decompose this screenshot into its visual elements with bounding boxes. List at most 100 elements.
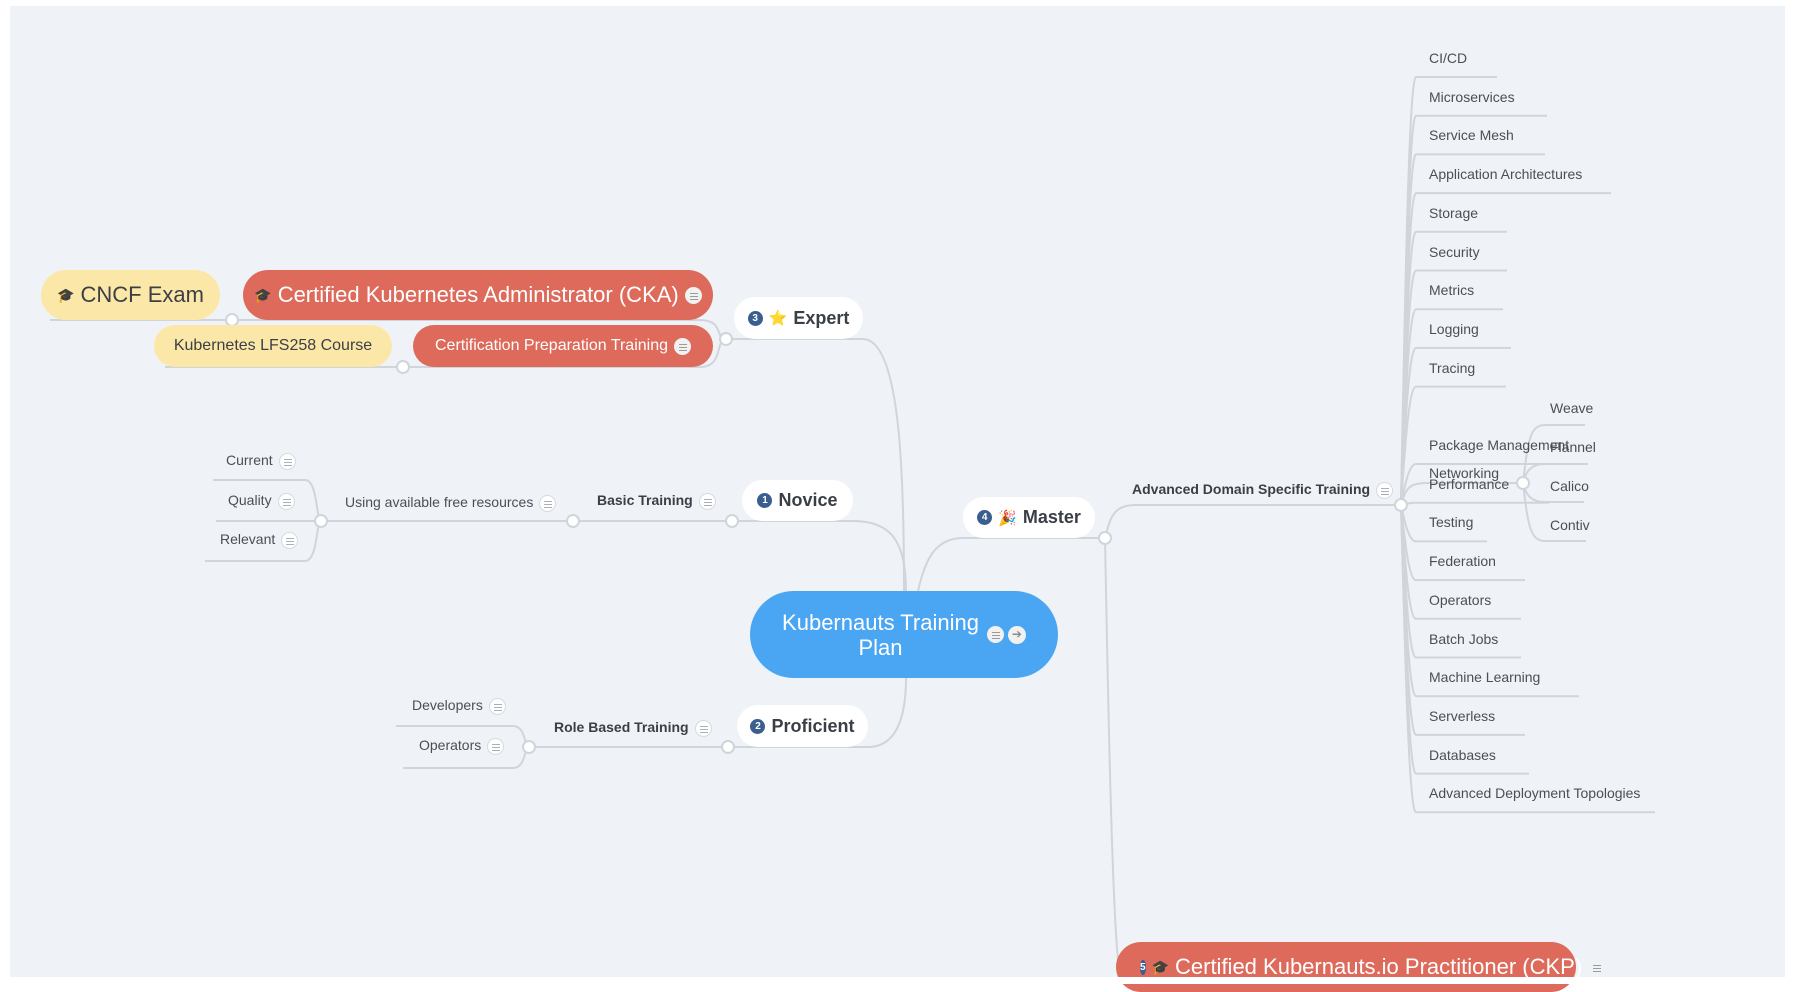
collapse-toggle-advanced-domain[interactable] <box>1394 498 1408 512</box>
node-current[interactable]: Current <box>226 452 296 470</box>
node-label: Federation <box>1429 553 1496 570</box>
node-operators[interactable]: Operators <box>419 737 505 755</box>
topic-item[interactable]: Performance <box>1429 476 1509 492</box>
root-title-line2: Plan <box>858 634 903 660</box>
node-contiv[interactable]: Contiv <box>1550 517 1590 533</box>
notes-icon[interactable] <box>487 737 505 755</box>
collapse-toggle-master[interactable] <box>1098 531 1112 545</box>
node-basic-training[interactable]: Basic Training <box>597 492 716 510</box>
notes-icon[interactable] <box>694 719 712 737</box>
node-label: CNCF Exam <box>80 282 204 307</box>
node-label: Advanced Deployment Topologies <box>1429 785 1641 802</box>
topic-item[interactable]: Logging <box>1429 321 1479 337</box>
arrow-right-icon[interactable]: ➔ <box>1007 625 1026 644</box>
node-free-resources[interactable]: Using available free resources <box>345 494 557 512</box>
topic-item[interactable]: Operators <box>1429 592 1491 608</box>
node-label: CI/CD <box>1429 50 1468 66</box>
notes-icon[interactable] <box>539 494 557 512</box>
branch-label: Proficient <box>771 715 855 736</box>
topic-item[interactable]: Databases <box>1429 747 1496 763</box>
branch-label: Expert <box>793 307 850 328</box>
node-ckp[interactable]: 5 🎓 Certified Kubernauts.io Practitioner… <box>1116 942 1602 992</box>
node-label: Testing <box>1429 514 1474 531</box>
node-label: Storage <box>1429 204 1479 221</box>
node-role-based-training[interactable]: Role Based Training <box>554 719 712 737</box>
connector-root-master <box>917 537 964 592</box>
connector-topic <box>1400 504 1525 736</box>
node-flannel[interactable]: Flannel <box>1550 439 1596 455</box>
node-label: Application Architectures <box>1429 166 1583 183</box>
node-quality[interactable]: Quality <box>228 492 295 510</box>
node-label: Performance <box>1429 475 1510 492</box>
notes-icon[interactable] <box>698 492 716 510</box>
branch-proficient[interactable]: 2 Proficient <box>737 705 868 747</box>
topic-item[interactable]: Machine Learning <box>1429 669 1540 685</box>
root-node[interactable]: Kubernauts Training Plan ➔ <box>750 591 1058 678</box>
notes-icon[interactable] <box>674 337 691 355</box>
node-label: Machine Learning <box>1429 669 1541 686</box>
node-label: Operators <box>419 737 482 753</box>
node-lfs258[interactable]: Kubernetes LFS258 Course <box>154 325 392 367</box>
topic-item[interactable]: Tracing <box>1429 360 1475 376</box>
collapse-toggle-expert[interactable] <box>719 332 733 346</box>
graduation-cap-icon: 🎓 <box>1151 958 1169 975</box>
graduation-cap-icon: 🎓 <box>254 286 272 303</box>
priority-badge: 2 <box>750 718 766 734</box>
notes-icon[interactable] <box>488 697 506 715</box>
node-relevant[interactable]: Relevant <box>220 531 299 549</box>
notes-icon[interactable] <box>986 626 1004 643</box>
root-title-line1: Kubernauts Training <box>782 609 979 635</box>
notes-icon[interactable] <box>277 492 295 510</box>
node-label: Contiv <box>1550 517 1590 533</box>
notes-icon[interactable] <box>278 452 296 470</box>
node-label: Security <box>1429 243 1480 260</box>
collapse-toggle-networking[interactable] <box>1516 476 1530 490</box>
node-label: Logging <box>1429 320 1479 337</box>
node-label: Advanced Domain Specific Training <box>1132 481 1371 497</box>
collapse-toggle-role-based[interactable] <box>522 740 536 754</box>
collapse-toggle-novice[interactable] <box>725 514 739 528</box>
topic-item[interactable]: Microservices <box>1429 89 1515 105</box>
connector-root-novice <box>852 520 907 592</box>
node-label: Operators <box>1429 591 1492 608</box>
node-label: Quality <box>228 492 272 508</box>
frame-border-left <box>0 0 10 984</box>
notes-icon[interactable] <box>281 531 299 549</box>
connector-topic <box>1400 192 1611 506</box>
topic-item[interactable]: Advanced Deployment Topologies <box>1429 785 1640 801</box>
topic-item[interactable]: Storage <box>1429 205 1478 221</box>
branch-novice[interactable]: 1 Novice <box>742 480 853 521</box>
notes-icon[interactable] <box>1376 481 1394 499</box>
priority-badge: 3 <box>747 310 763 326</box>
collapse-toggle-cert-prep[interactable] <box>396 360 410 374</box>
topic-item[interactable]: Serverless <box>1429 708 1495 724</box>
collapse-toggle-free-resources[interactable] <box>314 514 328 528</box>
node-label: Flannel <box>1550 439 1596 455</box>
notes-icon[interactable] <box>684 286 702 304</box>
topic-item[interactable]: Batch Jobs <box>1429 631 1498 647</box>
topic-item[interactable]: CI/CD <box>1429 50 1467 66</box>
collapse-toggle-basic-training[interactable] <box>566 514 580 528</box>
node-weave[interactable]: Weave <box>1550 400 1593 416</box>
node-label: Databases <box>1429 746 1496 763</box>
topic-item[interactable]: Metrics <box>1429 282 1474 298</box>
branch-master[interactable]: 4 🎉 Master <box>963 497 1095 538</box>
node-cert-prep[interactable]: Certification Preparation Training <box>413 325 713 367</box>
node-label: Microservices <box>1429 88 1515 105</box>
node-cka[interactable]: 🎓 Certified Kubernetes Administrator (CK… <box>243 270 713 320</box>
frame-border-bottom <box>0 977 1812 984</box>
topic-item[interactable]: Testing <box>1429 514 1473 530</box>
node-cncf-exam[interactable]: 🎓 CNCF Exam <box>41 270 220 320</box>
topic-item[interactable]: Service Mesh <box>1429 127 1514 143</box>
node-label: Certification Preparation Training <box>434 337 668 354</box>
topic-item[interactable]: Security <box>1429 244 1480 260</box>
collapse-toggle-proficient[interactable] <box>721 740 735 754</box>
node-developers[interactable]: Developers <box>412 697 506 715</box>
topic-item[interactable]: Application Architectures <box>1429 166 1582 182</box>
topic-item[interactable]: Package Management <box>1429 437 1569 453</box>
node-advanced-domain[interactable]: Advanced Domain Specific Training <box>1132 481 1394 499</box>
branch-expert[interactable]: 3 ⭐ Expert <box>734 297 863 339</box>
topic-item[interactable]: Federation <box>1429 553 1496 569</box>
node-label: Certified Kubernetes Administrator (CKA) <box>277 282 679 307</box>
node-calico[interactable]: Calico <box>1550 478 1589 494</box>
